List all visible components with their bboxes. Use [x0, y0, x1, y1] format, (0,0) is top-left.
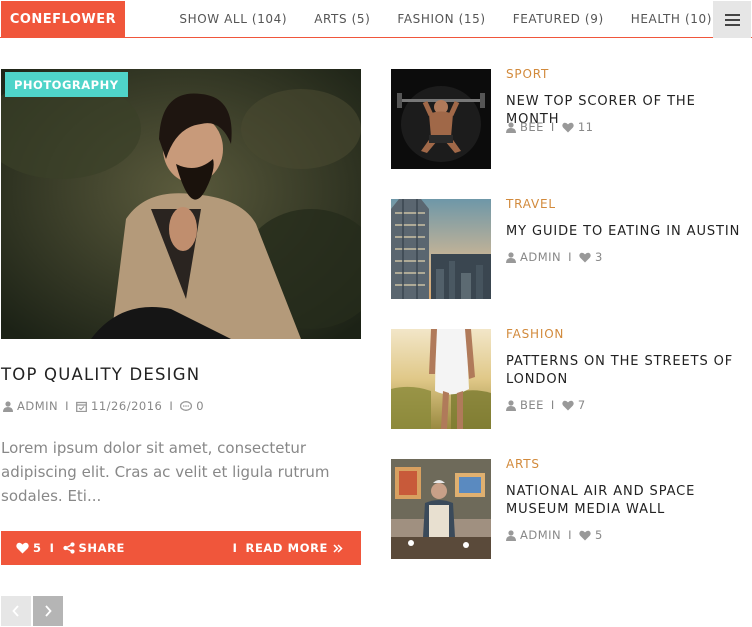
filter-featured[interactable]: FEATURED (9) [513, 12, 604, 26]
post-meta: ADMIN I 5 [506, 528, 603, 542]
featured-post-meta: ADMIN I 11/26/2016 I 0 [3, 399, 204, 413]
featured-category-badge[interactable]: PHOTOGRAPHY [5, 72, 128, 97]
post-meta: BEE I 11 [506, 120, 593, 134]
share-icon [62, 542, 75, 554]
meta-separator: I [550, 398, 555, 412]
filter-fashion[interactable]: FASHION (15) [397, 12, 485, 26]
calendar-icon [76, 401, 87, 412]
top-navigation-bar: CONEFLOWER SHOW ALL (104) ARTS (5) FASHI… [0, 0, 752, 38]
post-category[interactable]: TRAVEL [506, 197, 556, 211]
list-item: ARTS NATIONAL AIR AND SPACE MUSEUM MEDIA… [391, 457, 751, 559]
post-like-count: 5 [595, 528, 603, 542]
post-author[interactable]: ADMIN [520, 528, 561, 542]
post-author[interactable]: BEE [520, 398, 544, 412]
post-category[interactable]: SPORT [506, 67, 549, 81]
post-thumbnail[interactable] [391, 199, 491, 299]
featured-post-image[interactable] [1, 69, 361, 339]
user-icon [506, 529, 516, 541]
featured-post-title[interactable]: TOP QUALITY DESIGN [1, 365, 200, 384]
previous-page-button[interactable] [1, 596, 31, 626]
post-like-count: 3 [595, 250, 603, 264]
heart-icon[interactable] [579, 252, 591, 263]
post-like-count: 11 [577, 120, 594, 134]
post-thumbnail[interactable] [391, 459, 491, 559]
post-meta: ADMIN I 3 [506, 250, 603, 264]
list-item: SPORT NEW TOP SCORER OF THE MONTH BEE I … [391, 67, 751, 169]
heart-icon[interactable] [562, 400, 574, 411]
chevron-left-icon [12, 605, 19, 617]
meta-separator: I [568, 528, 573, 542]
meta-separator: I [550, 120, 555, 134]
featured-date: 11/26/2016 [91, 399, 163, 413]
list-item: FASHION PATTERNS ON THE STREETS OF LONDO… [391, 327, 751, 429]
featured-post-excerpt: Lorem ipsum dolor sit amet, consectetur … [1, 439, 330, 505]
brand-logo[interactable]: CONEFLOWER [1, 1, 125, 38]
next-page-button[interactable] [33, 596, 63, 626]
post-thumbnail[interactable] [391, 69, 491, 169]
heart-icon[interactable] [562, 122, 574, 133]
user-icon [506, 399, 516, 411]
share-button[interactable]: SHARE [79, 541, 126, 555]
post-title[interactable]: NATIONAL AIR AND SPACE MUSEUM MEDIA WALL [506, 483, 746, 519]
post-category[interactable]: ARTS [506, 457, 540, 471]
list-item: TRAVEL MY GUIDE TO EATING IN AUSTIN ADMI… [391, 197, 751, 299]
post-author[interactable]: BEE [520, 120, 544, 134]
user-icon [506, 251, 516, 263]
meta-separator: I [169, 399, 174, 413]
post-like-count: 7 [577, 398, 586, 412]
category-filters: SHOW ALL (104) ARTS (5) FASHION (15) FEA… [152, 0, 712, 38]
featured-author[interactable]: ADMIN [17, 399, 58, 413]
meta-separator: I [568, 250, 573, 264]
action-separator: I [232, 541, 238, 555]
filter-arts[interactable]: ARTS (5) [314, 12, 370, 26]
hamburger-menu-icon[interactable] [713, 1, 751, 38]
post-meta: BEE I 7 [506, 398, 586, 412]
post-category[interactable]: FASHION [506, 327, 564, 341]
post-title[interactable]: MY GUIDE TO EATING IN AUSTIN [506, 223, 746, 241]
user-icon [3, 400, 13, 412]
comment-icon [180, 400, 193, 411]
user-icon [506, 121, 516, 133]
heart-icon[interactable] [579, 530, 591, 541]
post-author[interactable]: ADMIN [520, 250, 561, 264]
heart-icon[interactable] [16, 542, 29, 554]
post-title[interactable]: PATTERNS ON THE STREETS OF LONDON [506, 353, 746, 389]
featured-comment-count[interactable]: 0 [196, 399, 204, 413]
post-thumbnail[interactable] [391, 329, 491, 429]
action-separator: I [49, 541, 55, 555]
filter-show-all[interactable]: SHOW ALL (104) [179, 12, 287, 26]
chevron-right-icon [45, 605, 52, 617]
filter-health[interactable]: HEALTH (10) [631, 12, 712, 26]
read-more-button[interactable]: READ MORE [246, 541, 329, 555]
featured-action-bar: 5 I SHARE I READ MORE [1, 531, 361, 565]
meta-separator: I [65, 399, 70, 413]
featured-like-count: 5 [33, 541, 42, 555]
double-chevron-right-icon [333, 543, 343, 553]
